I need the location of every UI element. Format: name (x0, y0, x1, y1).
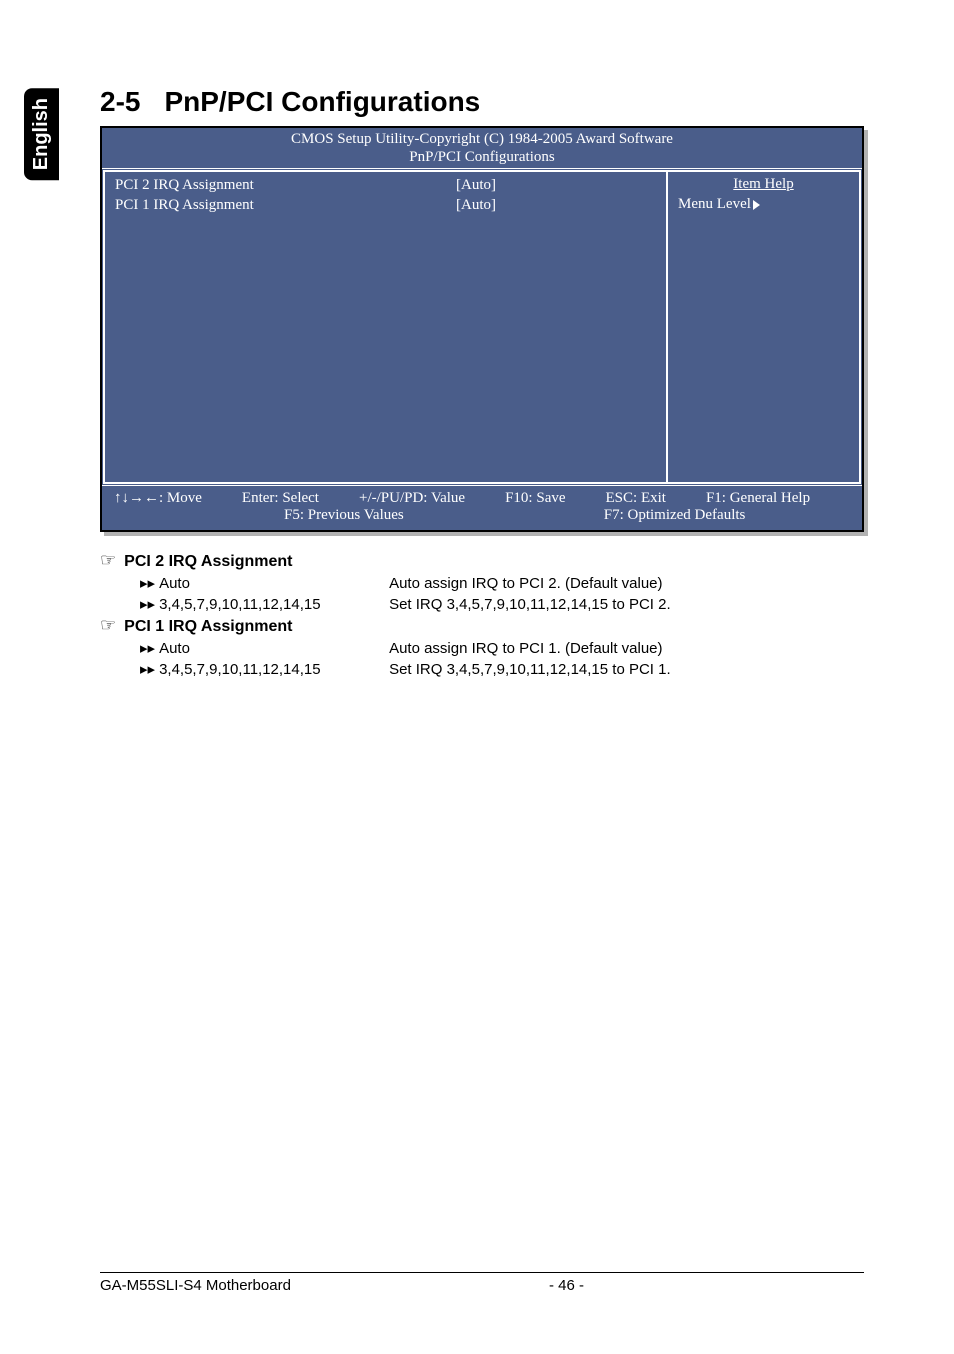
setting-value: [Auto] (456, 176, 656, 196)
hint-save: F10: Save (505, 490, 565, 507)
hint-prev: F5: Previous Values (284, 507, 404, 524)
double-arrow-icon: ▸▸ (140, 573, 155, 594)
double-arrow-icon: ▸▸ (140, 638, 155, 659)
option-header: ☞PCI 2 IRQ Assignment (100, 550, 864, 571)
bios-footer-line2: F5: Previous Values F7: Optimized Defaul… (114, 507, 850, 524)
hint-esc: ESC: Exit (606, 490, 666, 507)
heading-title: PnP/PCI Configurations (164, 86, 480, 117)
option-desc: Auto assign IRQ to PCI 2. (Default value… (389, 573, 864, 594)
option-desc: Auto assign IRQ to PCI 1. (Default value… (389, 638, 864, 659)
setting-label: PCI 2 IRQ Assignment (115, 176, 456, 196)
option-row: ▸▸ 3,4,5,7,9,10,11,12,14,15 Set IRQ 3,4,… (140, 594, 864, 615)
option-header: ☞PCI 1 IRQ Assignment (100, 615, 864, 636)
hint-opt: F7: Optimized Defaults (604, 507, 746, 524)
page-number: - 46 - (549, 1277, 584, 1294)
bios-window: CMOS Setup Utility-Copyright (C) 1984-20… (100, 126, 864, 532)
bios-help-panel: Item Help Menu Level (666, 170, 861, 484)
setting-value: [Auto] (456, 196, 656, 216)
option-key: Auto (159, 573, 389, 594)
bios-main-area: PCI 2 IRQ Assignment [Auto] PCI 1 IRQ As… (102, 168, 862, 486)
hint-move: ↑↓→←: Move (114, 490, 202, 507)
double-arrow-icon: ▸▸ (140, 594, 155, 615)
option-key: 3,4,5,7,9,10,11,12,14,15 (159, 659, 389, 680)
page-content: 2-5 PnP/PCI Configurations CMOS Setup Uti… (0, 0, 954, 680)
option-desc: Set IRQ 3,4,5,7,9,10,11,12,14,15 to PCI … (389, 594, 864, 615)
footer-title: GA-M55SLI-S4 Motherboard (100, 1277, 549, 1294)
option-row: ▸▸ Auto Auto assign IRQ to PCI 2. (Defau… (140, 573, 864, 594)
hint-help: F1: General Help (706, 490, 810, 507)
heading-number: 2-5 (100, 86, 140, 117)
bios-title: CMOS Setup Utility-Copyright (C) 1984-20… (102, 128, 862, 149)
bios-setting-row[interactable]: PCI 2 IRQ Assignment [Auto] (115, 176, 656, 196)
bios-settings-panel: PCI 2 IRQ Assignment [Auto] PCI 1 IRQ As… (103, 170, 666, 484)
hint-value: +/-/PU/PD: Value (359, 490, 465, 507)
hand-icon: ☞ (100, 550, 116, 570)
option-key: 3,4,5,7,9,10,11,12,14,15 (159, 594, 389, 615)
menu-level-label: Menu Level (678, 196, 849, 213)
item-help-label: Item Help (678, 176, 849, 193)
page-footer: GA-M55SLI-S4 Motherboard - 46 - (100, 1272, 864, 1294)
option-desc: Set IRQ 3,4,5,7,9,10,11,12,14,15 to PCI … (389, 659, 864, 680)
double-arrow-icon: ▸▸ (140, 659, 155, 680)
bios-footer: ↑↓→←: Move Enter: Select +/-/PU/PD: Valu… (102, 486, 862, 530)
setting-label: PCI 1 IRQ Assignment (115, 196, 456, 216)
hand-icon: ☞ (100, 615, 116, 635)
hint-enter: Enter: Select (242, 490, 319, 507)
language-tab: English (24, 88, 59, 180)
triangle-right-icon (751, 196, 760, 212)
bios-footer-line1: ↑↓→←: Move Enter: Select +/-/PU/PD: Valu… (114, 490, 850, 507)
options-description: ☞PCI 2 IRQ Assignment ▸▸ Auto Auto assig… (100, 550, 864, 680)
option-row: ▸▸ 3,4,5,7,9,10,11,12,14,15 Set IRQ 3,4,… (140, 659, 864, 680)
bios-subtitle: PnP/PCI Configurations (102, 149, 862, 168)
option-row: ▸▸ Auto Auto assign IRQ to PCI 1. (Defau… (140, 638, 864, 659)
section-heading: 2-5 PnP/PCI Configurations (100, 86, 864, 118)
option-key: Auto (159, 638, 389, 659)
bios-setting-row[interactable]: PCI 1 IRQ Assignment [Auto] (115, 196, 656, 216)
